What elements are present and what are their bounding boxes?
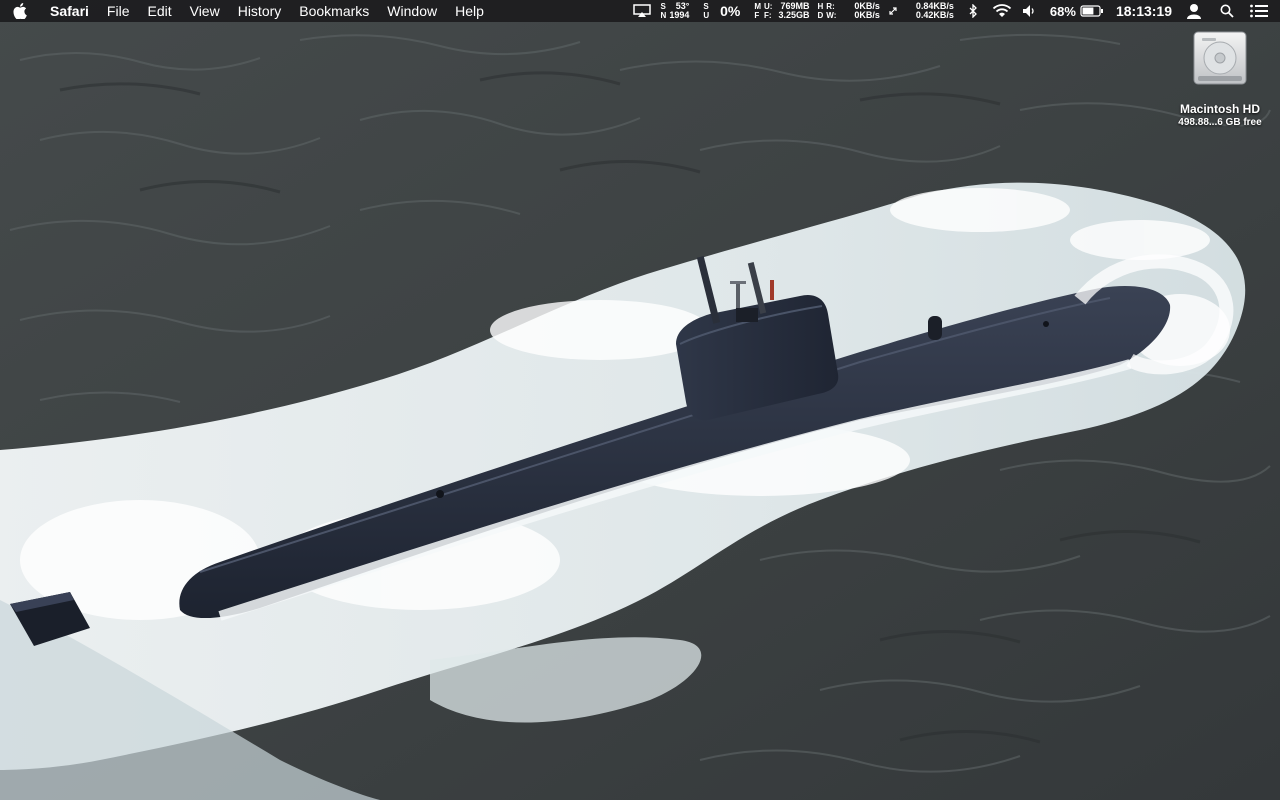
drive-free-label: 498.88...6 GB free [1178, 117, 1262, 128]
weather-key-n: N [660, 11, 667, 20]
menu-help[interactable]: Help [446, 0, 493, 22]
weather-status[interactable]: S N 53° 1994 [661, 0, 690, 22]
desktop: Safari File Edit View History Bookmarks … [0, 0, 1280, 800]
disk-write: 0KB/s [854, 10, 880, 20]
drive-name-label: Macintosh HD [1179, 102, 1260, 116]
cpu-percent: 0% [720, 2, 741, 19]
battery-icon[interactable] [1080, 0, 1104, 22]
wallpaper [0, 0, 1280, 800]
cpu-key-u: U [703, 11, 710, 20]
menu-bar: Safari File Edit View History Bookmarks … [0, 0, 1280, 22]
cpu-status[interactable]: S U 0% [703, 0, 740, 22]
cpu-key-s: S [703, 2, 709, 11]
memory-free: 3.25GB [778, 10, 810, 20]
hard-drive-icon [1193, 31, 1247, 85]
disk-key-h: H [817, 2, 824, 11]
menu-window[interactable]: Window [378, 0, 446, 22]
menu-bookmarks[interactable]: Bookmarks [290, 0, 378, 22]
disk-read-label: R: [826, 2, 835, 11]
notification-center-icon[interactable] [1250, 0, 1268, 22]
battery-level [1082, 7, 1094, 15]
menu-bar-left: Safari File Edit View History Bookmarks … [0, 0, 493, 22]
apple-menu-icon[interactable] [12, 0, 28, 22]
network-down: 0.42KB/s [915, 10, 954, 20]
menu-app-safari[interactable]: Safari [46, 0, 98, 22]
wifi-icon[interactable] [992, 0, 1012, 22]
menu-history[interactable]: History [229, 0, 291, 22]
disk-write-label: W: [826, 11, 837, 20]
menu-file[interactable]: File [98, 0, 139, 22]
menu-edit[interactable]: Edit [138, 0, 180, 22]
disk-status[interactable]: H D R: W: 0KB/s 0KB/s [818, 0, 880, 22]
spotlight-icon[interactable] [1220, 0, 1234, 22]
network-status[interactable]: 0.84KB/s 0.42KB/s [888, 0, 954, 22]
disk-key-d: D [817, 11, 824, 20]
memory-used-label: U: [764, 2, 773, 11]
bluetooth-icon[interactable] [968, 0, 978, 22]
memory-status[interactable]: M F U: F: 769MB 3.25GB [754, 0, 809, 22]
memory-key-f: F [754, 11, 760, 20]
user-icon[interactable] [1186, 0, 1202, 22]
weather-key-s: S [660, 2, 666, 11]
memory-free-label: F: [764, 11, 772, 20]
memory-key-m: M [754, 2, 762, 11]
menu-bar-extras: S N 53° 1994 S U 0% M F U: F: 769MB 3.25… [632, 0, 1280, 22]
airplay-icon[interactable] [632, 0, 651, 22]
battery-percent[interactable]: 68% [1050, 4, 1076, 19]
macintosh-hd-desktop-icon[interactable]: Macintosh HD 498.88...6 GB free [1168, 30, 1272, 128]
arrows-icon [888, 0, 898, 22]
volume-icon[interactable] [1022, 0, 1038, 22]
weather-value: 1994 [669, 10, 690, 20]
clock[interactable]: 18:13:19 [1116, 3, 1172, 19]
menu-view[interactable]: View [181, 0, 229, 22]
